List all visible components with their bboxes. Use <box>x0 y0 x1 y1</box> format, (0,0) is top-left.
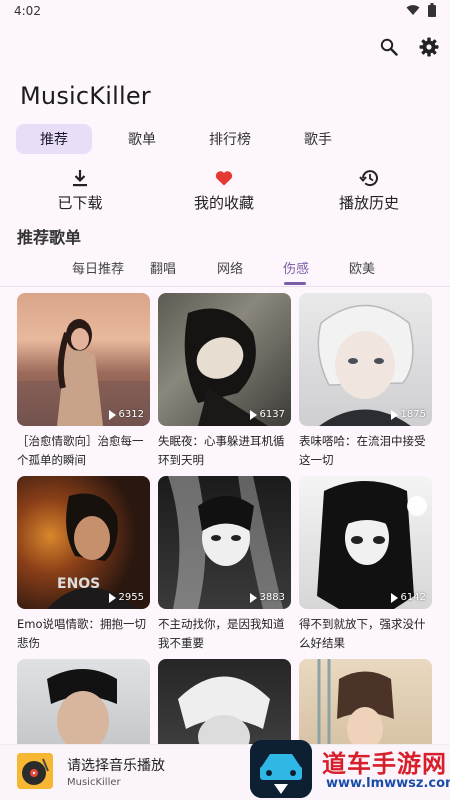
category-tab-sad[interactable]: 伤感 <box>283 258 309 277</box>
tabs-divider <box>0 286 450 287</box>
gear-icon[interactable] <box>418 36 440 58</box>
status-bar: 4:02 <box>0 0 450 24</box>
mini-player-album-art[interactable] <box>17 753 53 789</box>
playlist-card[interactable]: 6142 得不到就放下，强求没什么好结果 <box>299 476 432 653</box>
play-icon <box>108 592 116 603</box>
play-icon <box>390 409 398 420</box>
section-title: 推荐歌单 <box>17 228 82 247</box>
category-tabs: 每日推荐 翻唱 网络 伤感 欧美 <box>0 254 450 286</box>
playlist-title: 失眠夜：心事躲进耳机循环到天明 <box>158 434 285 467</box>
play-count: 6312 <box>108 409 144 420</box>
playlist-cover[interactable]: ENOS 2955 <box>17 476 150 609</box>
tab-artists[interactable]: 歌手 <box>280 124 356 154</box>
active-tab-indicator <box>284 282 306 285</box>
watermark-text: 道车手游网 <box>322 750 447 778</box>
mini-player-subtitle: MusicKiller <box>67 777 121 788</box>
downloaded-label: 已下载 <box>57 194 103 212</box>
status-time: 4:02 <box>14 4 41 18</box>
playlist-card[interactable]: 6312 ［治愈情歌向］治愈每一个孤单的瞬间 <box>17 293 150 470</box>
battery-icon <box>428 3 436 20</box>
play-count: 1875 <box>390 409 426 420</box>
play-icon <box>249 592 257 603</box>
playlist-card[interactable]: 3883 不主动找你，是因我知道我不重要 <box>158 476 291 653</box>
play-count: 6142 <box>390 592 426 603</box>
category-tab-cover[interactable]: 翻唱 <box>150 258 176 277</box>
playlist-cover[interactable]: 6137 <box>158 293 291 426</box>
history-icon <box>319 168 419 188</box>
history-button[interactable]: 播放历史 <box>319 168 419 213</box>
category-tab-western[interactable]: 欧美 <box>349 258 375 277</box>
play-icon <box>108 409 116 420</box>
tab-playlists[interactable]: 歌单 <box>104 124 180 154</box>
favorites-button[interactable]: 我的收藏 <box>174 168 274 213</box>
status-icons <box>406 3 436 20</box>
playlist-title: Emo说唱情歌：拥抱一切悲伤 <box>17 617 147 650</box>
play-count: 2955 <box>108 592 144 603</box>
play-icon <box>390 592 398 603</box>
category-tab-daily[interactable]: 每日推荐 <box>72 258 124 277</box>
play-count: 3883 <box>249 592 285 603</box>
history-label: 播放历史 <box>338 194 399 212</box>
playlist-card[interactable]: 6137 失眠夜：心事躲进耳机循环到天明 <box>158 293 291 470</box>
playlist-cover[interactable]: 3883 <box>158 476 291 609</box>
playlist-cover[interactable]: 1875 <box>299 293 432 426</box>
playlist-title: 表味嗒哈：在流泪中接受这一切 <box>299 434 426 467</box>
playlist-title: 得不到就放下，强求没什么好结果 <box>299 617 426 650</box>
main-tabs: 推荐 歌单 排行榜 歌手 <box>16 124 434 156</box>
download-icon <box>30 168 130 188</box>
watermark-url: www.lmwwsz.com <box>326 776 450 791</box>
svg-text:ENOS: ENOS <box>57 576 100 592</box>
playlist-cover[interactable]: 6142 <box>299 476 432 609</box>
mini-player-title: 请选择音乐播放 <box>67 758 165 774</box>
playlist-card[interactable]: ENOS 2955 Emo说唱情歌：拥抱一切悲伤 <box>17 476 150 653</box>
play-icon <box>249 409 257 420</box>
play-count: 6137 <box>249 409 285 420</box>
playlist-title: 不主动找你，是因我知道我不重要 <box>158 617 285 650</box>
top-actions <box>378 36 440 58</box>
downloaded-button[interactable]: 已下载 <box>30 168 130 213</box>
playlist-cover[interactable]: 6312 <box>17 293 150 426</box>
search-icon[interactable] <box>378 36 400 58</box>
quick-actions: 已下载 我的收藏 播放历史 <box>0 168 450 214</box>
playlist-card[interactable]: 1875 表味嗒哈：在流泪中接受这一切 <box>299 293 432 470</box>
watermark-logo <box>250 740 312 798</box>
category-tab-network[interactable]: 网络 <box>217 258 243 277</box>
favorites-label: 我的收藏 <box>193 194 254 212</box>
tab-charts[interactable]: 排行榜 <box>192 124 268 154</box>
playlist-title: ［治愈情歌向］治愈每一个孤单的瞬间 <box>17 434 144 467</box>
heart-icon <box>174 168 274 188</box>
wifi-icon <box>406 4 420 19</box>
tab-recommend[interactable]: 推荐 <box>16 124 92 154</box>
app-title: MusicKiller <box>20 82 151 110</box>
